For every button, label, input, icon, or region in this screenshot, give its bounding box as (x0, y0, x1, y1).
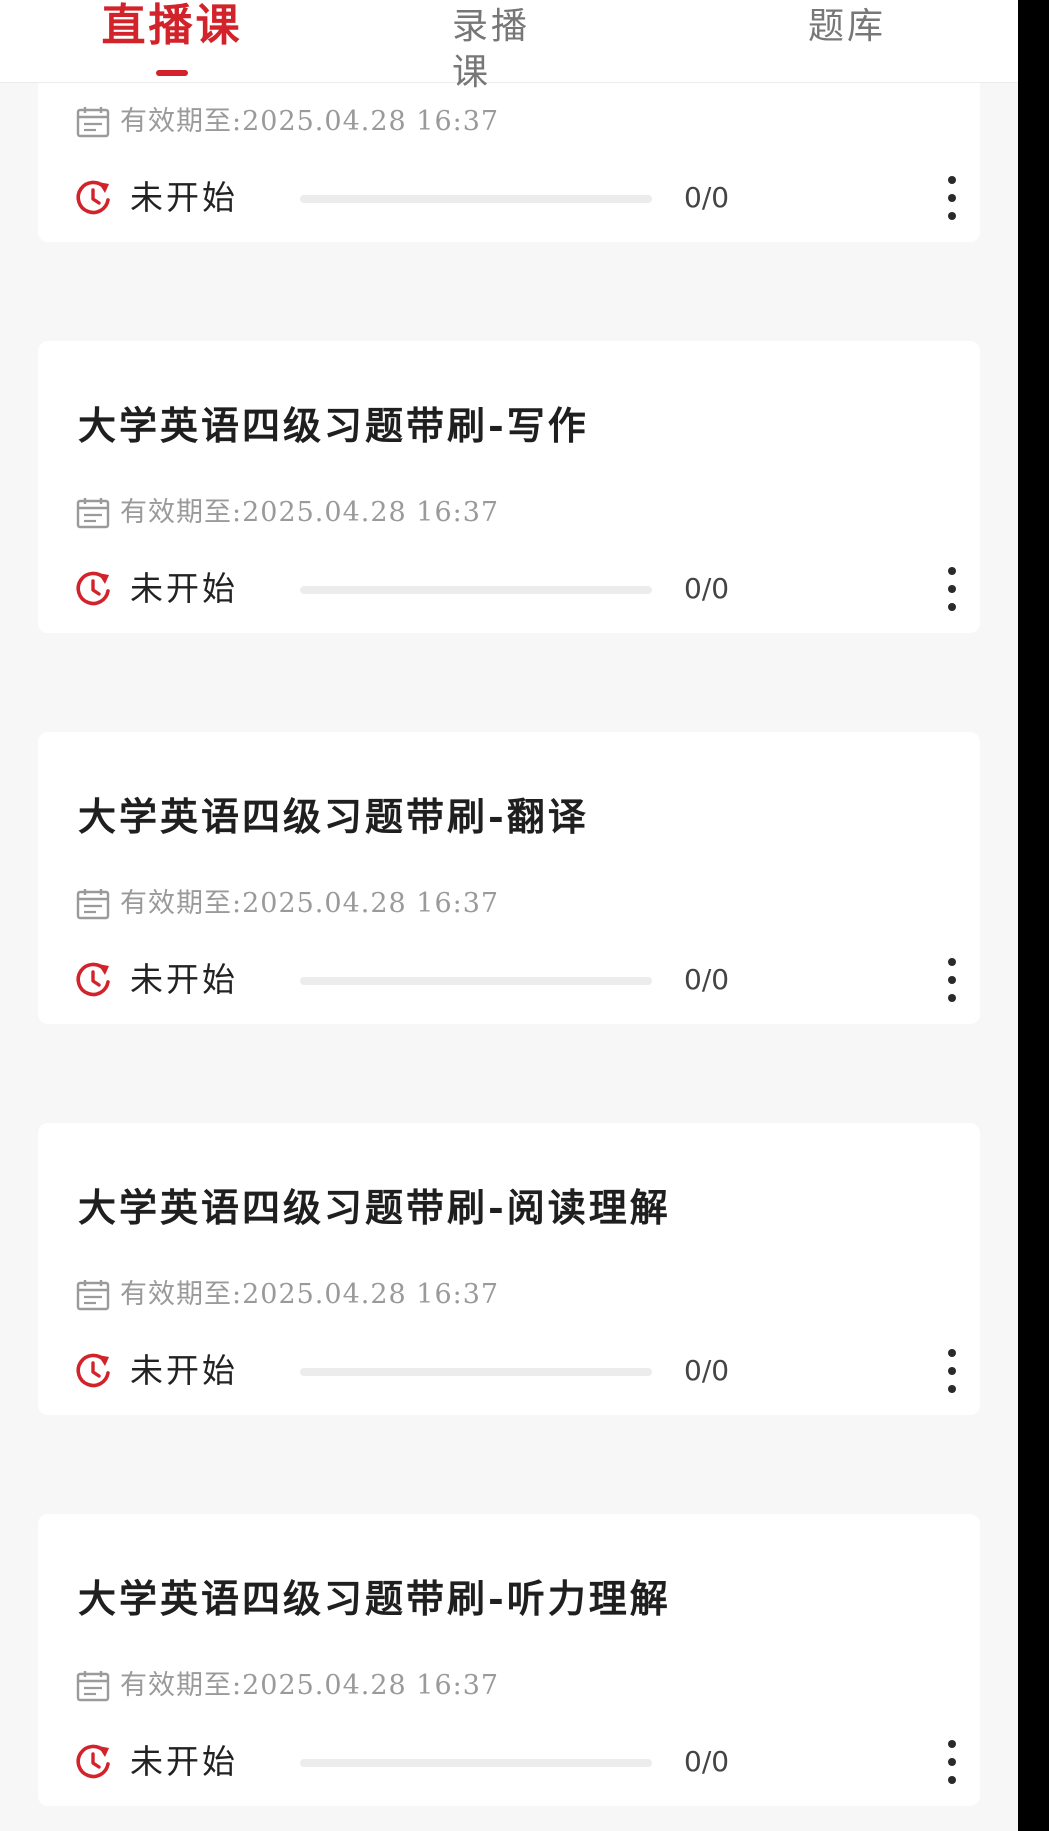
active-tab-indicator (156, 70, 188, 76)
more-vertical-icon (948, 1776, 956, 1784)
status-row: 未开始 0/0 (74, 958, 956, 1002)
calendar-icon (76, 1671, 110, 1702)
validity-text: 有效期至:2025.04.28 16:37 (120, 1670, 500, 1701)
restart-clock-icon (76, 1353, 110, 1388)
progress-bar (300, 1368, 652, 1376)
restart-clock-icon (76, 1744, 110, 1779)
calendar-icon (76, 889, 110, 920)
validity-text: 有效期至:2025.04.28 16:37 (120, 497, 500, 528)
progress-count: 0/0 (684, 181, 730, 214)
status-text: 未开始 (130, 178, 238, 217)
status-row: 未开始 0/0 (74, 1740, 956, 1784)
progress-bar (300, 586, 652, 594)
more-vertical-icon (948, 994, 956, 1002)
screen-edge (1018, 0, 1049, 1831)
tab-label: 录播课 (452, 6, 531, 93)
validity-row: 有效期至:2025.04.28 16:37 (76, 1279, 499, 1311)
tab-question-bank[interactable]: 题库 (804, 0, 890, 82)
progress-count: 0/0 (684, 572, 730, 605)
status-text: 未开始 (130, 569, 238, 608)
validity-text: 有效期至:2025.04.28 16:37 (120, 106, 500, 137)
progress-bar (300, 1759, 652, 1767)
more-vertical-icon (948, 176, 956, 184)
more-options-button[interactable] (940, 561, 964, 617)
more-vertical-icon (948, 1385, 956, 1393)
calendar-icon (76, 498, 110, 529)
more-vertical-icon (948, 603, 956, 611)
more-options-button[interactable] (940, 1343, 964, 1399)
validity-row: 有效期至:2025.04.28 16:37 (76, 1670, 499, 1702)
tab-label: 题库 (807, 6, 886, 47)
more-vertical-icon (948, 1740, 956, 1748)
restart-clock-icon (76, 571, 110, 606)
progress-count: 0/0 (684, 1354, 730, 1387)
validity-row: 有效期至:2025.04.28 16:37 (76, 888, 499, 920)
status-text: 未开始 (130, 960, 238, 999)
course-card[interactable]: 大学英语四级习题带刷-阅读理解 有效期至:2025.04.28 16:37 未开… (38, 1123, 980, 1415)
more-options-button[interactable] (940, 952, 964, 1008)
course-title: 大学英语四级习题带刷-写作 (78, 403, 589, 448)
tab-recorded-course[interactable]: 录播课 (452, 0, 568, 93)
course-card[interactable]: 大学英语四级习题带刷-翻译 有效期至:2025.04.28 16:37 未开始 … (38, 732, 980, 1024)
more-vertical-icon (948, 194, 956, 202)
status-text: 未开始 (130, 1351, 238, 1390)
progress-count: 0/0 (684, 1745, 730, 1778)
app-screen: 直播课 录播课 题库 有效期至:2025.04.28 16:37 未开始 0/0… (0, 0, 1018, 1831)
calendar-icon (76, 1280, 110, 1311)
validity-text: 有效期至:2025.04.28 16:37 (120, 888, 500, 919)
course-card[interactable]: 大学英语四级习题带刷-写作 有效期至:2025.04.28 16:37 未开始 … (38, 341, 980, 633)
more-vertical-icon (948, 958, 956, 966)
validity-row: 有效期至:2025.04.28 16:37 (76, 497, 499, 529)
status-row: 未开始 0/0 (74, 567, 956, 611)
status-row: 未开始 0/0 (74, 1349, 956, 1393)
restart-clock-icon (76, 962, 110, 997)
more-options-button[interactable] (940, 170, 964, 226)
progress-bar (300, 195, 652, 203)
progress-count: 0/0 (684, 963, 730, 996)
course-title: 大学英语四级习题带刷-阅读理解 (78, 1185, 671, 1230)
more-vertical-icon (948, 212, 956, 220)
status-row: 未开始 0/0 (74, 176, 956, 220)
more-options-button[interactable] (940, 1734, 964, 1790)
tab-live-course[interactable]: 直播课 (100, 0, 244, 82)
more-vertical-icon (948, 976, 956, 984)
course-title: 大学英语四级习题带刷-听力理解 (78, 1576, 671, 1621)
tab-label: 直播课 (101, 0, 243, 51)
more-vertical-icon (948, 585, 956, 593)
status-text: 未开始 (130, 1742, 238, 1781)
more-vertical-icon (948, 567, 956, 575)
validity-text: 有效期至:2025.04.28 16:37 (120, 1279, 500, 1310)
restart-clock-icon (76, 180, 110, 215)
more-vertical-icon (948, 1367, 956, 1375)
course-title: 大学英语四级习题带刷-翻译 (78, 794, 589, 839)
validity-row: 有效期至:2025.04.28 16:37 (76, 106, 499, 138)
calendar-icon (76, 107, 110, 138)
course-card[interactable]: 大学英语四级习题带刷-听力理解 有效期至:2025.04.28 16:37 未开… (38, 1514, 980, 1806)
progress-bar (300, 977, 652, 985)
more-vertical-icon (948, 1349, 956, 1357)
more-vertical-icon (948, 1758, 956, 1766)
tab-bar: 直播课 录播课 题库 (0, 0, 1018, 93)
